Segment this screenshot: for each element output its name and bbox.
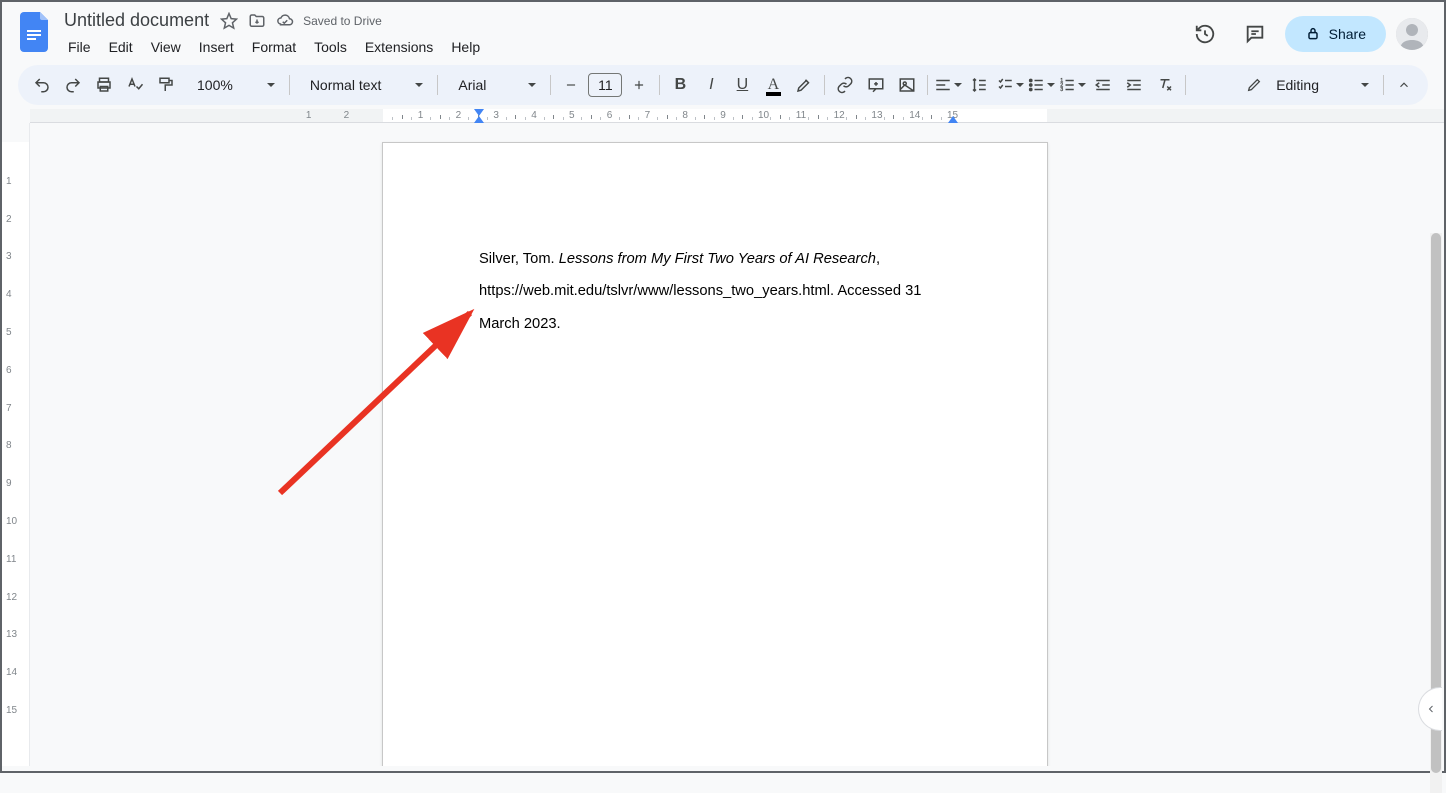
font-value: Arial [452,77,492,93]
menu-help[interactable]: Help [443,35,488,59]
zoom-combo[interactable]: 100% [183,71,283,99]
checklist-button[interactable] [996,71,1024,99]
paint-format-button[interactable] [152,71,180,99]
undo-button[interactable] [28,71,56,99]
save-status: Saved to Drive [303,14,382,28]
clear-formatting-button[interactable] [1151,71,1179,99]
document-canvas[interactable]: Silver, Tom. Lessons from My First Two Y… [30,123,1444,766]
separator [927,75,928,95]
increase-indent-button[interactable] [1120,71,1148,99]
separator [1383,75,1384,95]
separator [437,75,438,95]
increase-font-button[interactable] [625,71,653,99]
caret-down-icon [267,83,275,87]
spellcheck-button[interactable] [121,71,149,99]
cloud-saved-icon[interactable] [275,11,295,31]
align-button[interactable] [934,71,962,99]
page-content[interactable]: Silver, Tom. Lessons from My First Two Y… [383,143,1047,340]
print-button[interactable] [90,71,118,99]
bold-button[interactable]: B [666,71,694,99]
insert-link-button[interactable] [831,71,859,99]
insert-image-button[interactable] [893,71,921,99]
menu-format[interactable]: Format [244,35,304,59]
menu-edit[interactable]: Edit [101,35,141,59]
zoom-value: 100% [191,77,239,93]
editing-mode-combo[interactable]: Editing [1238,77,1377,93]
vertical-ruler[interactable]: 123456789101112131415 [2,123,30,766]
separator [289,75,290,95]
avatar[interactable] [1396,18,1428,50]
editing-mode-label: Editing [1270,77,1325,93]
citation-comma: , [876,251,880,267]
bulleted-list-button[interactable] [1027,71,1055,99]
menu-tools[interactable]: Tools [306,35,355,59]
separator [550,75,551,95]
numbered-list-button[interactable]: 123 [1058,71,1086,99]
horizontal-ruler[interactable]: 21 123456789101112131415 [2,109,1444,123]
line-spacing-button[interactable] [965,71,993,99]
menubar: File Edit View Insert Format Tools Exten… [60,33,488,59]
separator [659,75,660,95]
font-combo[interactable]: Arial [444,71,544,99]
docs-logo[interactable] [18,10,54,54]
move-folder-icon[interactable] [247,11,267,31]
text-color-button[interactable]: A [759,71,787,99]
decrease-font-button[interactable] [557,71,585,99]
collapse-toolbar-button[interactable] [1390,71,1418,99]
paragraph-style-combo[interactable]: Normal text [296,71,432,99]
citation-author: Silver, Tom. [479,251,559,267]
caret-down-icon [528,83,536,87]
caret-down-icon [1361,83,1369,87]
citation-url: https://web.mit.edu/tslvr/www/lessons_tw… [479,283,921,299]
share-button[interactable]: Share [1285,16,1386,52]
citation-text[interactable]: Silver, Tom. Lessons from My First Two Y… [479,243,951,340]
separator [1185,75,1186,95]
italic-button[interactable]: I [697,71,725,99]
citation-title: Lessons from My First Two Years of AI Re… [559,251,876,267]
menu-file[interactable]: File [60,35,99,59]
menu-extensions[interactable]: Extensions [357,35,441,59]
insert-comment-button[interactable] [862,71,890,99]
style-value: Normal text [304,77,388,93]
caret-down-icon [415,83,423,87]
separator [824,75,825,95]
caret-down-icon [954,83,962,87]
redo-button[interactable] [59,71,87,99]
toolbar: 100% Normal text Arial 11 B I U A 123 Ed… [18,65,1428,105]
doc-title[interactable]: Untitled document [62,10,211,31]
share-label: Share [1329,26,1366,42]
menu-view[interactable]: View [143,35,189,59]
svg-text:3: 3 [1061,87,1064,93]
highlight-button[interactable] [790,71,818,99]
page[interactable]: Silver, Tom. Lessons from My First Two Y… [382,142,1048,766]
citation-date: March 2023. [479,316,561,332]
decrease-indent-button[interactable] [1089,71,1117,99]
menu-insert[interactable]: Insert [191,35,242,59]
font-size-input[interactable]: 11 [588,73,622,97]
caret-down-icon [1047,83,1055,87]
caret-down-icon [1016,83,1024,87]
comment-icon[interactable] [1235,14,1275,54]
history-icon[interactable] [1185,14,1225,54]
caret-down-icon [1078,83,1086,87]
underline-button[interactable]: U [728,71,756,99]
star-icon[interactable] [219,11,239,31]
